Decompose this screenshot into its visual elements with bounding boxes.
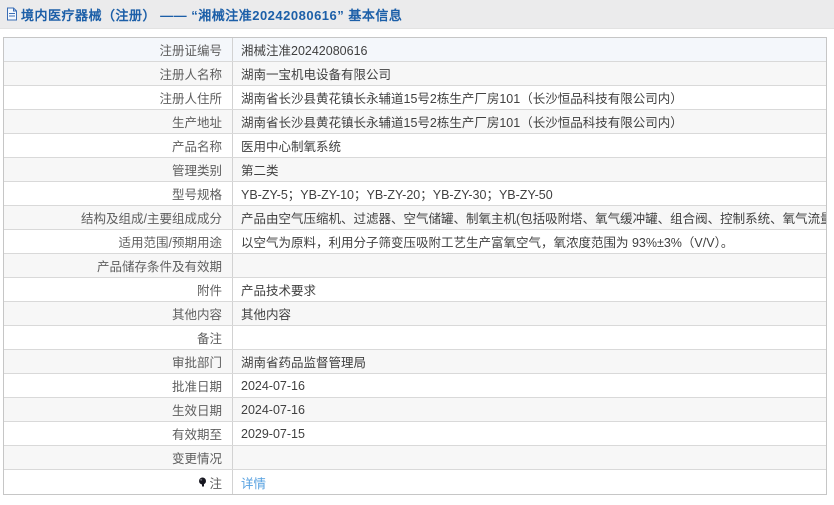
row-label-text: 注册证编号 (159, 44, 222, 58)
row-label: 备注 (4, 326, 233, 349)
row-value (233, 254, 826, 277)
row-label-text: 生产地址 (171, 116, 222, 130)
table-row: 管理类别 第二类 (4, 158, 826, 182)
info-table: 注册证编号 湘械注准20242080616 注册人名称 湖南一宝机电设备有限公司 注册人… (3, 37, 827, 495)
table-row: 注册人住所 湖南省长沙县黄花镇长永辅道15号2栋生产厂房101（长沙恒品科技有限公… (4, 86, 826, 110)
table-row: 变更情况 (4, 446, 826, 470)
row-value: 产品由空气压缩机、过滤器、空气储罐、制氧主机(包括吸附塔、氧气缓冲罐、组合阀、控… (241, 212, 826, 226)
table-row: 批准日期 2024-07-16 (4, 374, 826, 398)
row-label-text: 结构及组成/主要组成成分 (81, 212, 222, 226)
row-label-text: 批准日期 (171, 380, 222, 394)
table-row: 产品储存条件及有效期 (4, 254, 826, 278)
document-icon (6, 7, 18, 21)
page-header: 境内医疗器械（注册） —— “湘械注准20242080616” 基本信息 (0, 0, 834, 29)
table-row: 生产地址 湖南省长沙县黄花镇长永辅道15号2栋生产厂房101（长沙恒品科技有限公司… (4, 110, 826, 134)
row-label: 审批部门 (4, 350, 233, 373)
row-value: 2024-07-16 (241, 378, 305, 393)
row-label-text: 有效期至 (171, 428, 222, 442)
table-row: 附件 产品技术要求 (4, 278, 826, 302)
row-value: 其他内容 (241, 308, 292, 322)
table-row: 注册证编号 湘械注准20242080616 (4, 38, 826, 62)
table-row: 注 详情 (4, 470, 826, 494)
table-row: 注册人名称 湖南一宝机电设备有限公司 (4, 62, 826, 86)
row-label: 其他内容 (4, 302, 233, 325)
row-label: 产品名称 (4, 134, 233, 157)
table-row: 其他内容 其他内容 (4, 302, 826, 326)
row-label: 注册人名称 (4, 62, 233, 85)
row-label: 注 (4, 470, 233, 494)
dot-icon (198, 477, 207, 487)
row-label: 批准日期 (4, 374, 233, 397)
table-row: 备注 (4, 326, 826, 350)
table-row: 生效日期 2024-07-16 (4, 398, 826, 422)
row-label: 注册人住所 (4, 86, 233, 109)
row-label: 结构及组成/主要组成成分 (4, 206, 233, 229)
row-label: 有效期至 (4, 422, 233, 445)
row-label-text: 注 (209, 476, 222, 491)
row-label-text: 附件 (196, 284, 222, 298)
row-label-text: 审批部门 (171, 356, 222, 370)
row-label: 附件 (4, 278, 233, 301)
row-label-text: 其他内容 (171, 308, 222, 322)
row-value: 湖南省长沙县黄花镇长永辅道15号2栋生产厂房101（长沙恒品科技有限公司内） (241, 116, 683, 130)
row-value: 湖南一宝机电设备有限公司 (241, 68, 392, 82)
page-title: 境内医疗器械（注册） —— “湘械注准20242080616” 基本信息 (21, 7, 403, 23)
row-label-text: 注册人名称 (159, 68, 222, 82)
row-label: 注册证编号 (4, 38, 233, 61)
row-label-text: 管理类别 (171, 164, 222, 178)
row-label-text: 产品储存条件及有效期 (96, 260, 222, 274)
row-label: 生效日期 (4, 398, 233, 421)
row-value: 医用中心制氧系统 (241, 140, 342, 154)
row-value: 湖南省长沙县黄花镇长永辅道15号2栋生产厂房101（长沙恒品科技有限公司内） (241, 92, 683, 106)
row-value: YB-ZY-5；YB-ZY-10；YB-ZY-20；YB-ZY-30；YB-ZY… (241, 188, 553, 202)
row-value (233, 326, 826, 349)
table-row: 有效期至 2029-07-15 (4, 422, 826, 446)
row-label: 产品储存条件及有效期 (4, 254, 233, 277)
table-row: 结构及组成/主要组成成分 产品由空气压缩机、过滤器、空气储罐、制氧主机(包括吸附塔… (4, 206, 826, 230)
row-label-text: 注册人住所 (159, 92, 222, 106)
row-value: 2029-07-15 (241, 426, 305, 441)
row-value: 详情 (233, 470, 826, 494)
row-label: 型号规格 (4, 182, 233, 205)
table-row: 适用范围/预期用途 以空气为原料，利用分子筛变压吸附工艺生产富氧空气，氧浓度范围为… (4, 230, 826, 254)
row-label-text: 适用范围/预期用途 (118, 236, 222, 250)
row-label-text: 变更情况 (171, 452, 222, 466)
row-value (233, 446, 826, 469)
row-label-text: 备注 (196, 332, 222, 346)
row-value: 湖南省药品监督管理局 (241, 356, 367, 370)
row-label: 变更情况 (4, 446, 233, 469)
row-value: 产品技术要求 (241, 284, 317, 298)
row-label-text: 型号规格 (171, 188, 222, 202)
row-label: 适用范围/预期用途 (4, 230, 233, 253)
row-value: 2024-07-16 (241, 402, 305, 417)
row-label-text: 生效日期 (171, 404, 222, 418)
row-label: 生产地址 (4, 110, 233, 133)
row-value: 湘械注准20242080616 (241, 44, 368, 58)
table-row: 产品名称 医用中心制氧系统 (4, 134, 826, 158)
table-row: 型号规格 YB-ZY-5；YB-ZY-10；YB-ZY-20；YB-ZY-30；Y… (4, 182, 826, 206)
table-row: 审批部门 湖南省药品监督管理局 (4, 350, 826, 374)
detail-link[interactable]: 详情 (241, 473, 266, 492)
row-value: 以空气为原料，利用分子筛变压吸附工艺生产富氧空气，氧浓度范围为 93%±3%（V… (241, 236, 734, 250)
row-value: 第二类 (241, 164, 279, 178)
row-label-text: 产品名称 (171, 140, 222, 154)
row-label: 管理类别 (4, 158, 233, 181)
